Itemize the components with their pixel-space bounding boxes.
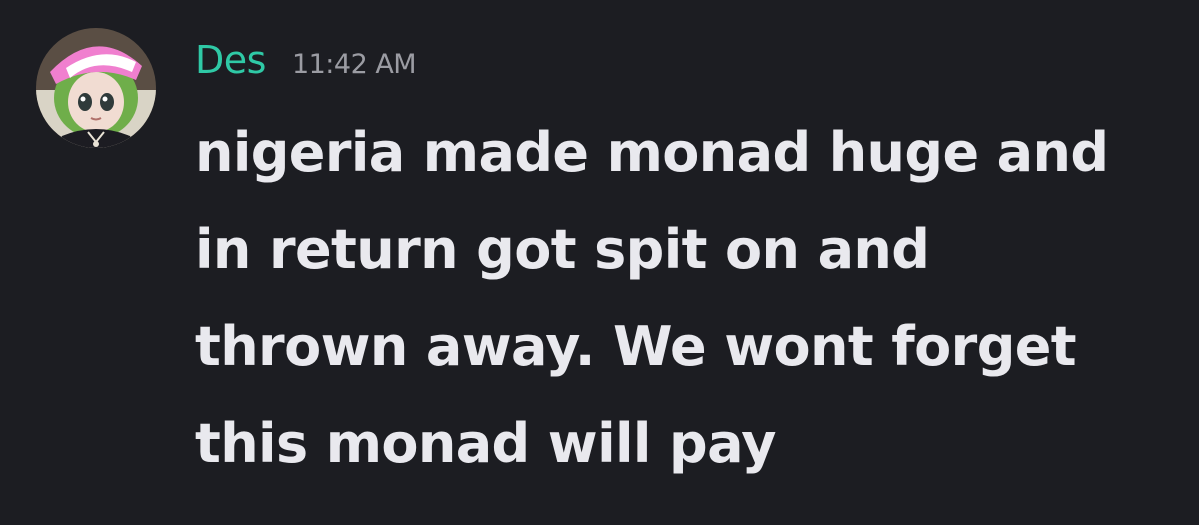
- anime-girl-avatar-icon: [36, 28, 156, 148]
- avatar[interactable]: [36, 28, 156, 148]
- message-header: Des 11:42 AM: [195, 38, 417, 98]
- chat-message: Des 11:42 AM nigeria made monad huge and…: [0, 0, 1199, 525]
- message-timestamp[interactable]: 11:42 AM: [292, 49, 417, 80]
- author-name[interactable]: Des: [195, 38, 266, 82]
- message-line: nigeria made monad huge and: [195, 121, 1109, 184]
- message-line: in return got spit on and: [195, 218, 930, 281]
- message-content: nigeria made monad huge and in return go…: [195, 104, 1185, 492]
- message-line: thrown away. We wont forget: [195, 315, 1077, 378]
- message-line: this monad will pay: [195, 412, 776, 475]
